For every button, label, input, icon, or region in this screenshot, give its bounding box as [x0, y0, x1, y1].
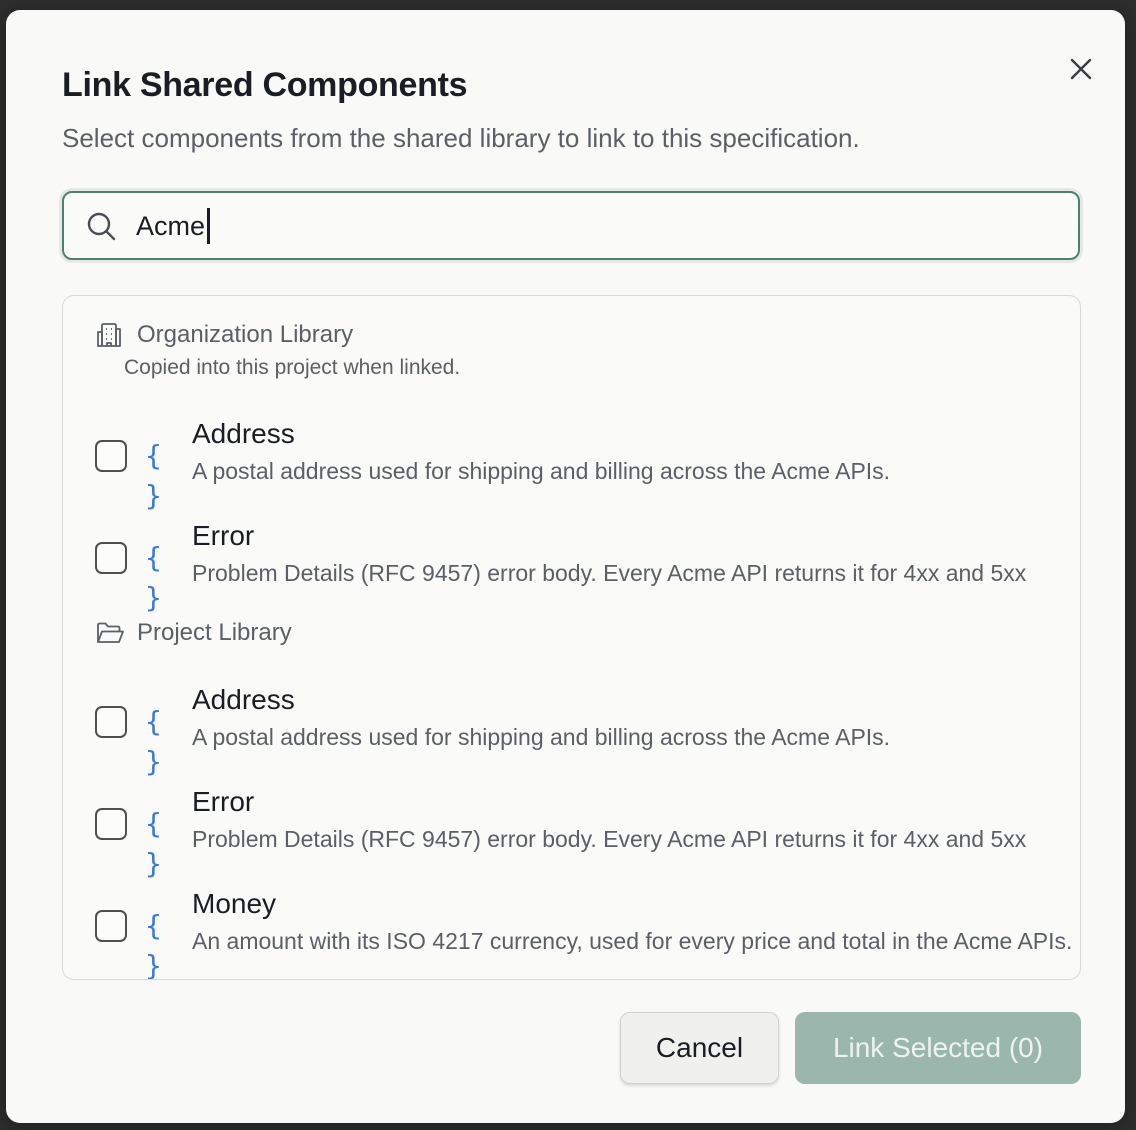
braces-icon: { } — [145, 439, 163, 512]
braces-icon: { } — [145, 541, 163, 614]
cancel-button[interactable]: Cancel — [620, 1012, 779, 1084]
text-caret — [207, 208, 210, 244]
link-selected-button[interactable]: Link Selected (0) — [795, 1012, 1081, 1084]
item-checkbox[interactable] — [95, 542, 127, 574]
item-name: Address — [192, 418, 295, 449]
building-icon — [95, 320, 125, 350]
list-item[interactable]: { } Address A postal address used for sh… — [95, 418, 1080, 512]
search-input[interactable] — [136, 203, 1056, 249]
search-box[interactable] — [62, 191, 1080, 260]
item-checkbox[interactable] — [95, 706, 127, 738]
item-checkbox[interactable] — [95, 910, 127, 942]
search-icon — [86, 211, 118, 243]
item-name: Money — [192, 888, 277, 919]
folder-open-icon — [95, 618, 125, 648]
list-item[interactable]: { } Error Problem Details (RFC 9457) err… — [95, 520, 1080, 614]
braces-icon: { } — [145, 705, 163, 778]
item-name: Error — [192, 786, 255, 817]
dialog-title: Link Shared Components — [62, 66, 468, 104]
list-item[interactable]: { } Money An amount with its ISO 4217 cu… — [95, 888, 1080, 980]
item-checkbox[interactable] — [95, 808, 127, 840]
list-item[interactable]: { } Error Problem Details (RFC 9457) err… — [95, 786, 1080, 880]
component-list[interactable]: Organization Library Copied into this pr… — [62, 295, 1081, 980]
group-description: Copied into this project when linked. — [124, 356, 461, 379]
item-description: Problem Details (RFC 9457) error body. E… — [192, 560, 1027, 586]
item-description: A postal address used for shipping and b… — [192, 724, 891, 750]
group-header-project: Project Library — [95, 618, 292, 648]
item-checkbox[interactable] — [95, 440, 127, 472]
close-button[interactable] — [1062, 50, 1100, 88]
group-label: Project Library — [137, 619, 292, 646]
close-icon — [1070, 58, 1092, 80]
link-components-dialog: Link Shared Components Select components… — [6, 10, 1125, 1123]
braces-icon: { } — [145, 909, 163, 980]
item-name: Address — [192, 684, 295, 715]
item-name: Error — [192, 520, 255, 551]
group-header-organization: Organization Library — [95, 320, 353, 350]
item-description: An amount with its ISO 4217 currency, us… — [192, 928, 1073, 954]
braces-icon: { } — [145, 807, 163, 880]
item-description: Problem Details (RFC 9457) error body. E… — [192, 826, 1027, 852]
item-description: A postal address used for shipping and b… — [192, 458, 891, 484]
group-label: Organization Library — [137, 321, 354, 348]
dialog-subtitle: Select components from the shared librar… — [62, 123, 860, 153]
list-item[interactable]: { } Address A postal address used for sh… — [95, 684, 1080, 778]
